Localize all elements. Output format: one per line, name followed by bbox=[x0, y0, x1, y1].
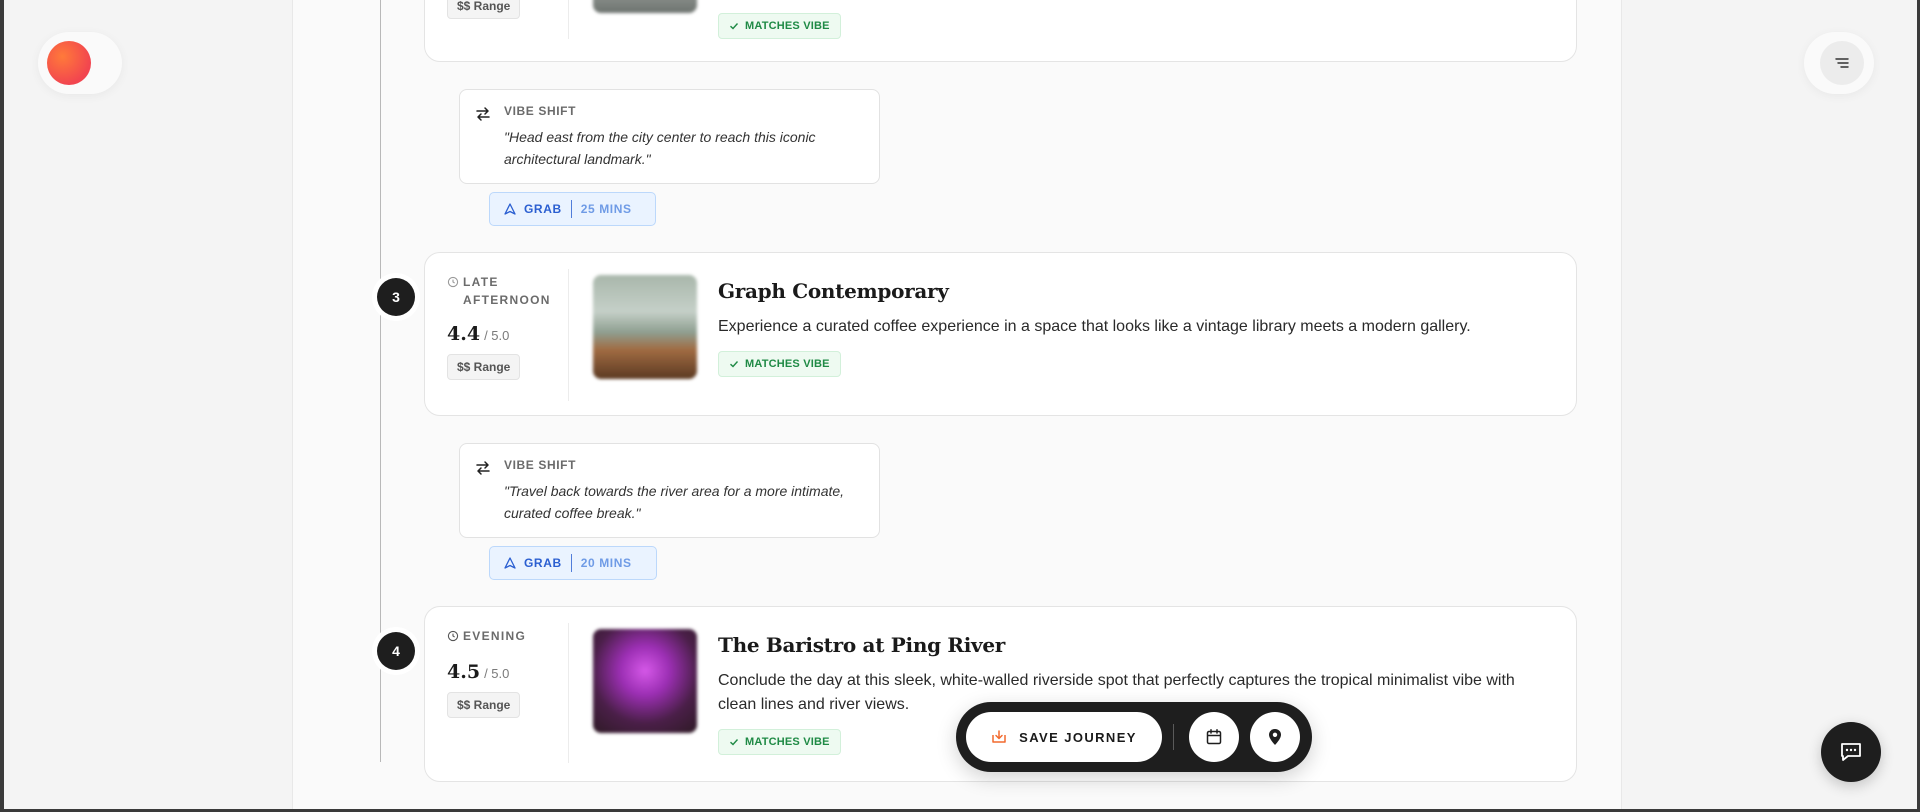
place-name: The Baristro at Ping River bbox=[718, 633, 1006, 657]
menu-icon bbox=[1835, 58, 1849, 68]
transport-duration: 20 MINS bbox=[580, 556, 632, 570]
rating-value: 4.5 bbox=[447, 661, 481, 683]
price-range: $$ Range bbox=[447, 0, 521, 19]
map-button[interactable] bbox=[1250, 712, 1300, 762]
transport-duration: 25 MINS bbox=[580, 202, 632, 216]
transport-divider bbox=[570, 200, 572, 218]
logo-container[interactable] bbox=[38, 32, 122, 94]
place-info: Graph Contemporary Experience a curated … bbox=[718, 279, 1556, 377]
vibe-label: MATCHES VIBE bbox=[745, 20, 830, 32]
rating: 4.5 / 5.0 bbox=[447, 661, 557, 683]
menu-button[interactable] bbox=[1820, 41, 1864, 85]
vibe-shift-title: VIBE SHIFT bbox=[504, 458, 577, 472]
swap-icon bbox=[476, 461, 490, 475]
place-photo bbox=[593, 0, 697, 13]
time-of-day-label: LATE AFTERNOON bbox=[463, 275, 551, 307]
place-description: Experience a curated coffee experience i… bbox=[718, 318, 1471, 335]
vibe-shift-note: VIBE SHIFT "Travel back towards the rive… bbox=[459, 443, 880, 538]
swap-icon bbox=[476, 107, 490, 121]
card-divider bbox=[568, 623, 569, 763]
menu-container bbox=[1804, 32, 1874, 94]
time-of-day: EVENING bbox=[447, 627, 557, 645]
place-photo bbox=[593, 275, 697, 379]
time-of-day: LATE AFTERNOON bbox=[447, 273, 557, 309]
brand-logo[interactable] bbox=[47, 41, 91, 85]
stop-card-3[interactable]: LATE AFTERNOON 4.4 / 5.0 $$ Range Graph … bbox=[424, 252, 1577, 416]
clock-icon bbox=[447, 630, 459, 642]
rating-max: / 5.0 bbox=[484, 666, 510, 681]
map-pin-icon bbox=[1269, 729, 1281, 745]
stop-card-2[interactable]: $$ Range MATCHES VIBE bbox=[424, 0, 1577, 62]
chat-icon bbox=[1841, 743, 1861, 761]
transport-chip[interactable]: GRAB 25 MINS bbox=[489, 192, 656, 226]
step-number-3: 3 bbox=[377, 278, 415, 316]
vibe-shift-text: "Head east from the city center to reach… bbox=[504, 129, 816, 167]
action-bar-divider bbox=[1173, 724, 1174, 750]
transport-mode: GRAB bbox=[524, 556, 562, 570]
clock-icon bbox=[447, 276, 459, 288]
matches-vibe-badge: MATCHES VIBE bbox=[718, 729, 841, 755]
window-frame-left bbox=[0, 0, 4, 812]
journey-action-bar: SAVE JOURNEY bbox=[956, 702, 1312, 772]
price-range: $$ Range bbox=[447, 354, 521, 380]
vibe-label: MATCHES VIBE bbox=[745, 736, 830, 748]
save-journey-button[interactable]: SAVE JOURNEY bbox=[966, 712, 1162, 762]
rating-value: 4.4 bbox=[447, 323, 481, 345]
place-name: Graph Contemporary bbox=[718, 279, 949, 303]
time-of-day-label: EVENING bbox=[463, 629, 527, 643]
vibe-label: MATCHES VIBE bbox=[745, 358, 830, 370]
transport-chip[interactable]: GRAB 20 MINS bbox=[489, 546, 657, 580]
transport-mode: GRAB bbox=[524, 202, 562, 216]
save-journey-label: SAVE JOURNEY bbox=[1019, 729, 1137, 745]
matches-vibe-badge: MATCHES VIBE bbox=[718, 351, 841, 377]
download-icon bbox=[992, 730, 1006, 743]
step-number-4: 4 bbox=[377, 632, 415, 670]
card-divider bbox=[568, 269, 569, 401]
vibe-shift-text: "Travel back towards the river area for … bbox=[504, 483, 845, 521]
card-divider bbox=[568, 0, 569, 39]
price-range: $$ Range bbox=[447, 692, 521, 718]
calendar-icon bbox=[1206, 729, 1222, 745]
transport-divider bbox=[570, 554, 572, 572]
rating-max: / 5.0 bbox=[484, 328, 510, 343]
vibe-shift-title: VIBE SHIFT bbox=[504, 104, 577, 118]
chat-button[interactable] bbox=[1821, 722, 1881, 782]
stop-meta: LATE AFTERNOON 4.4 / 5.0 $$ Range bbox=[447, 273, 557, 380]
navigation-icon bbox=[504, 203, 516, 215]
place-photo bbox=[593, 629, 697, 733]
check-icon bbox=[730, 739, 739, 746]
rating: 4.4 / 5.0 bbox=[447, 323, 557, 345]
calendar-button[interactable] bbox=[1189, 712, 1239, 762]
vibe-shift-note: VIBE SHIFT "Head east from the city cent… bbox=[459, 89, 880, 184]
check-icon bbox=[730, 23, 739, 30]
navigation-icon bbox=[504, 557, 516, 569]
check-icon bbox=[730, 361, 739, 368]
stop-meta: EVENING 4.5 / 5.0 $$ Range bbox=[447, 627, 557, 718]
matches-vibe-badge: MATCHES VIBE bbox=[718, 13, 841, 39]
